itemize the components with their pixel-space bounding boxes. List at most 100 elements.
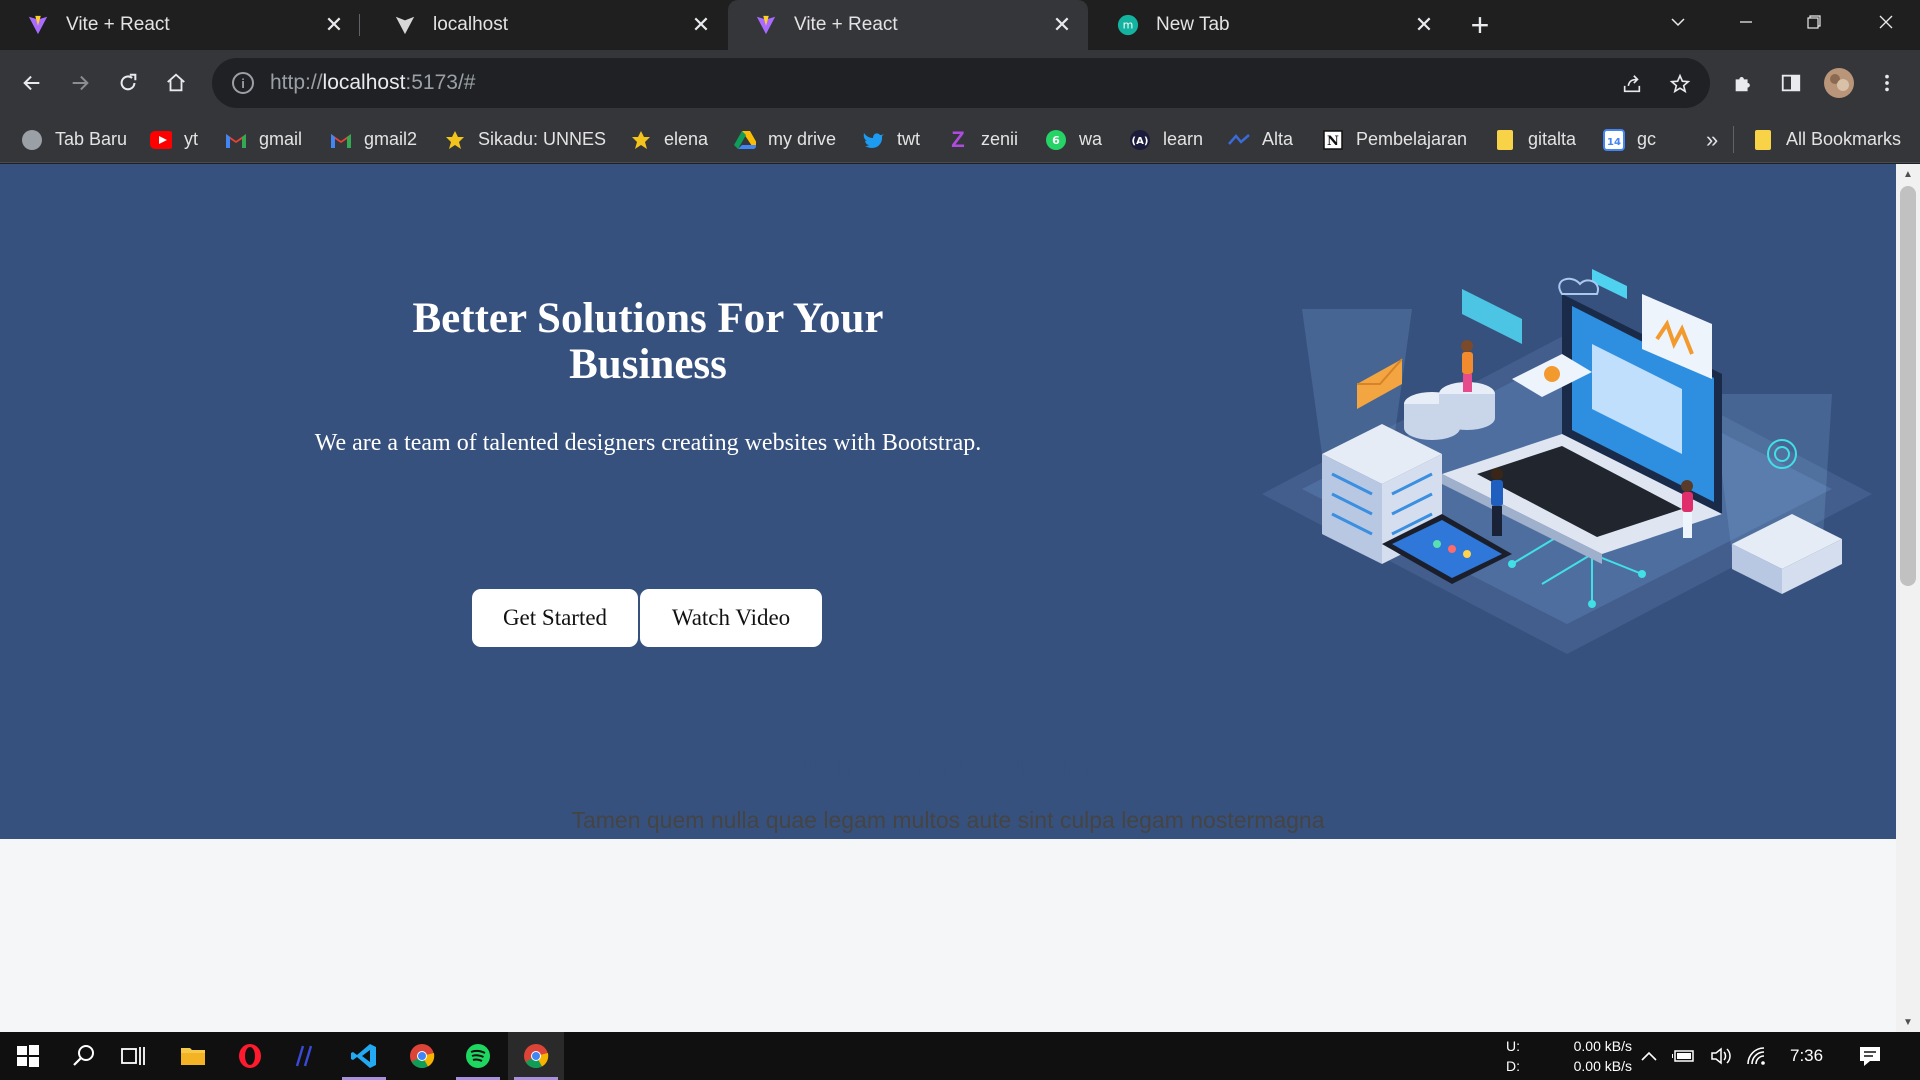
windows-start-icon[interactable] [0, 1032, 56, 1080]
bookmark-tab-baru[interactable]: Tab Baru [21, 116, 127, 163]
share-icon[interactable] [1619, 71, 1645, 97]
network-labels: U: D: [1506, 1038, 1520, 1074]
restore-icon[interactable] [1780, 0, 1848, 44]
close-window-icon[interactable] [1852, 0, 1920, 44]
minimize-icon[interactable] [1712, 0, 1780, 44]
bookmark-my-drive[interactable]: my drive [734, 116, 836, 163]
bookmark-label: Alta [1262, 129, 1294, 149]
bookmark-label: Tab Baru [55, 129, 128, 149]
tab-new-tab[interactable]: m New Tab ✕ [1090, 0, 1450, 50]
drive-icon [734, 129, 756, 151]
bookmark-yt[interactable]: yt [150, 116, 198, 163]
bookmark-star-icon[interactable] [1667, 71, 1693, 97]
battery-icon[interactable] [1672, 1032, 1696, 1080]
bookmarks-bar: Tab Baru yt gmail gmail2 Sikadu: UNNES e… [0, 116, 1920, 163]
hero-subtitle: We are a team of talented designers crea… [314, 430, 982, 456]
bookmark-sikadu-unnes[interactable]: Sikadu: UNNES [444, 116, 606, 163]
code-editor-icon[interactable] [278, 1032, 334, 1080]
menu-icon[interactable] [1867, 63, 1907, 103]
opera-icon[interactable] [222, 1032, 278, 1080]
forward-icon[interactable] [60, 63, 100, 103]
new-tab-button[interactable]: + [1462, 7, 1498, 43]
localhost-icon [393, 13, 417, 37]
scrollbar-thumb[interactable] [1900, 186, 1916, 586]
close-tab-icon[interactable]: ✕ [322, 12, 346, 37]
bookmark-label: gmail2 [364, 129, 418, 149]
spotify-icon[interactable] [450, 1032, 506, 1080]
scroll-down-icon[interactable]: ▼ [1896, 1012, 1920, 1032]
watch-video-button[interactable]: Watch Video [640, 589, 822, 647]
whatsapp-icon: 6 [1045, 129, 1067, 151]
bookmark-label: twt [897, 129, 921, 149]
globe-icon [21, 129, 43, 151]
bookmark-label: All Bookmarks [1786, 129, 1902, 149]
extensions-icon[interactable] [1723, 63, 1763, 103]
tab-title: localhost [433, 14, 508, 35]
notion-icon: N [1322, 129, 1344, 151]
close-tab-icon[interactable]: ✕ [689, 12, 713, 37]
svg-text:14: 14 [1607, 137, 1621, 148]
page-scrollbar[interactable]: ▲ ▼ [1896, 164, 1920, 1032]
search-icon[interactable] [56, 1032, 112, 1080]
tab-localhost[interactable]: localhost ✕ [367, 0, 727, 50]
folder-icon [1494, 129, 1516, 151]
svg-text:N: N [1327, 134, 1339, 149]
bookmark-pembelajaran[interactable]: N Pembelajaran [1322, 116, 1467, 163]
volume-icon[interactable] [1710, 1032, 1734, 1080]
bookmark-label: zenii [981, 129, 1019, 149]
browser-toolbar: i http://localhost:5173/# [0, 50, 1920, 116]
site-info-icon[interactable]: i [232, 72, 254, 94]
learn-icon: (A) [1129, 129, 1151, 151]
folder-icon [1752, 129, 1774, 151]
reload-icon[interactable] [108, 63, 148, 103]
tab-vite-react-active[interactable]: Vite + React ✕ [728, 0, 1088, 50]
bookmark-learn[interactable]: (A) learn [1129, 116, 1203, 163]
bookmark-label: my drive [768, 129, 837, 149]
tab-search-icon[interactable] [1644, 0, 1712, 44]
bookmark-elena[interactable]: elena [630, 116, 708, 163]
hero-illustration [1262, 269, 1872, 654]
bookmark-gc[interactable]: 14 gc [1603, 116, 1656, 163]
close-tab-icon[interactable]: ✕ [1412, 12, 1436, 37]
bookmark-twt[interactable]: twt [863, 116, 920, 163]
newsletter-title: Join Our Newsletter [796, 747, 1100, 786]
newsletter-section [0, 839, 1896, 1032]
hero-section: Better Solutions For Your Business We ar… [0, 164, 1896, 839]
calendar-icon: 14 [1603, 128, 1625, 151]
unnes-icon [444, 129, 466, 151]
bookmark-label: Sikadu: UNNES [478, 129, 607, 149]
chrome-active-icon[interactable] [508, 1032, 564, 1080]
vite-icon [754, 13, 778, 37]
back-icon[interactable] [12, 63, 52, 103]
bookmark-label: gc [1637, 129, 1657, 149]
chrome-icon[interactable] [394, 1032, 450, 1080]
unnes-icon [630, 129, 652, 151]
file-explorer-icon[interactable] [165, 1032, 221, 1080]
all-bookmarks-folder[interactable]: All Bookmarks [1752, 116, 1901, 163]
gmail-icon [330, 129, 352, 151]
bookmark-label: learn [1163, 129, 1204, 149]
task-view-icon[interactable] [106, 1032, 162, 1080]
chevron-up-icon[interactable] [1640, 1032, 1658, 1080]
bookmark-gmail[interactable]: gmail [225, 116, 302, 163]
scroll-up-icon[interactable]: ▲ [1896, 164, 1920, 184]
bookmark-zenii[interactable]: Z zenii [947, 116, 1018, 163]
home-icon[interactable] [156, 63, 196, 103]
profile-avatar[interactable] [1819, 63, 1859, 103]
get-started-button[interactable]: Get Started [472, 589, 638, 647]
close-tab-icon[interactable]: ✕ [1050, 12, 1074, 37]
bookmark-alta[interactable]: Alta [1228, 116, 1293, 163]
bookmarks-overflow-icon[interactable]: » [1706, 116, 1718, 163]
side-panel-icon[interactable] [1771, 63, 1811, 103]
clock[interactable]: 7:36 [1790, 1032, 1823, 1080]
newsletter-description: Tamen quem nulla quae legam multos aute … [571, 807, 1325, 833]
bookmark-wa[interactable]: 6 wa [1045, 116, 1102, 163]
address-bar[interactable]: i http://localhost:5173/# [212, 58, 1710, 108]
notifications-icon[interactable] [1858, 1032, 1882, 1080]
vscode-icon[interactable] [336, 1032, 392, 1080]
bookmark-gitalta[interactable]: gitalta [1494, 116, 1576, 163]
bookmark-label: elena [664, 129, 709, 149]
wifi-icon[interactable] [1746, 1032, 1770, 1080]
bookmark-gmail2[interactable]: gmail2 [330, 116, 417, 163]
tab-vite-react-1[interactable]: Vite + React ✕ [0, 0, 360, 50]
